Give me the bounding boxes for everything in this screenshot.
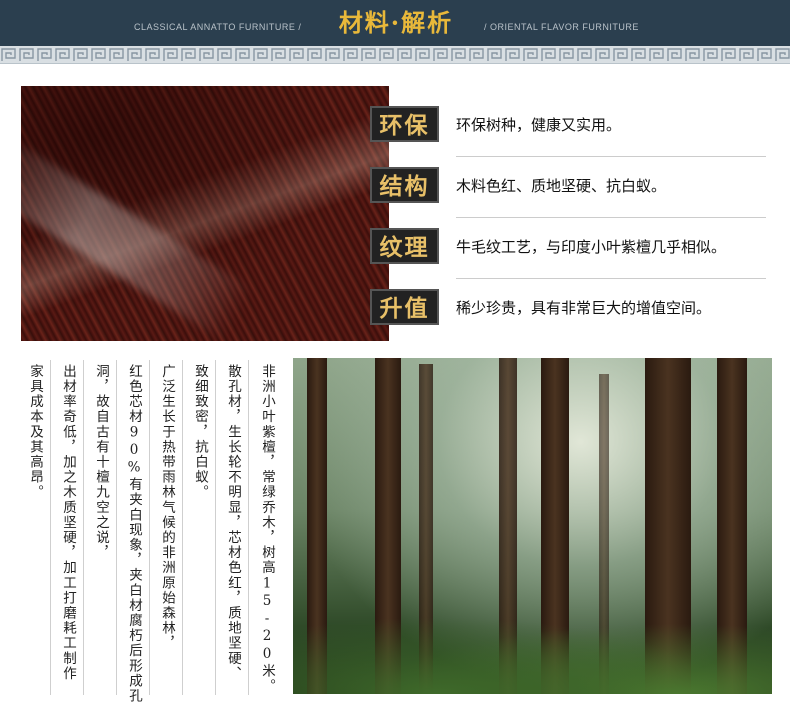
- header-subtitle-right: / ORIENTAL FLAVOR FURNITURE: [484, 22, 639, 32]
- feature-tag: 结构: [370, 167, 439, 203]
- feature-desc: 环保树种，健康又实用。: [456, 116, 622, 134]
- rosewood-grain-image: [21, 86, 389, 341]
- feature-desc: 木料色红、质地坚硬、抗白蚁。: [456, 177, 667, 195]
- column-divider: [83, 360, 84, 695]
- feature-desc: 牛毛纹工艺，与印度小叶紫檀几乎相似。: [456, 238, 727, 256]
- feature-tag: 升值: [370, 289, 439, 325]
- description-column: 非洲小叶紫檀，常绿乔木，树高15-20米。: [259, 364, 275, 694]
- description-column: 家具成本及其高昂。: [27, 364, 43, 500]
- forest-image: [293, 358, 772, 694]
- column-divider: [248, 360, 249, 695]
- feature-row-structure: 结构 木料色红、质地坚硬、抗白蚁。: [370, 167, 766, 218]
- feature-tag: 纹理: [370, 228, 439, 264]
- description-column: 红色芯材90%有夹白现象，夹白材腐朽后形成孔: [126, 364, 142, 704]
- description-column: 出材率奇低，加之木质坚硬，加工打磨耗工制作: [60, 364, 76, 682]
- header-subtitle-left: CLASSICAL ANNATTO FURNITURE /: [134, 22, 302, 32]
- feature-desc: 稀少珍贵，具有非常巨大的增值空间。: [456, 299, 712, 317]
- column-divider: [215, 360, 216, 695]
- description-column: 散孔材，生长轮不明显，芯材色红，质地坚硬、: [225, 364, 241, 682]
- feature-tag: 环保: [370, 106, 439, 142]
- feature-row-value: 升值 稀少珍贵，具有非常巨大的增值空间。: [370, 289, 766, 329]
- wood-shadow: [21, 86, 389, 341]
- description-column: 致细致密，抗白蚁。: [192, 364, 208, 500]
- undergrowth: [293, 604, 772, 694]
- column-divider: [149, 360, 150, 695]
- divider: [456, 217, 766, 218]
- header-band: CLASSICAL ANNATTO FURNITURE / 材料·解析 / OR…: [0, 0, 790, 46]
- divider: [456, 156, 766, 157]
- column-divider: [182, 360, 183, 695]
- greek-key-border: [0, 46, 790, 64]
- description-column: 广泛生长于热带雨林气候的非洲原始森林，: [159, 364, 175, 651]
- feature-row-eco: 环保 环保树种，健康又实用。: [370, 106, 766, 157]
- column-divider: [116, 360, 117, 695]
- page-title: 材料·解析: [338, 8, 454, 37]
- column-divider: [50, 360, 51, 695]
- greek-key-pattern: [0, 46, 790, 64]
- divider: [456, 278, 766, 279]
- feature-row-texture: 纹理 牛毛纹工艺，与印度小叶紫檀几乎相似。: [370, 228, 766, 279]
- description-column: 洞，故自古有十檀九空之说，: [93, 364, 109, 561]
